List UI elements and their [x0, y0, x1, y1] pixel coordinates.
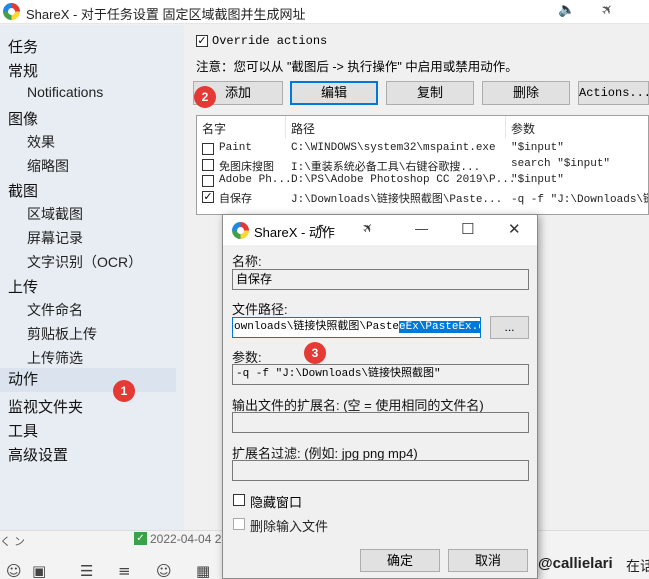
sidebar-item[interactable]: 截图	[8, 180, 38, 201]
user-handle: @callielari	[538, 555, 613, 572]
hide-window-checkbox[interactable]	[233, 494, 245, 506]
action-row-path[interactable]: I:\重装系统必备工具\右键谷歌搜...	[291, 158, 480, 174]
sharex-logo-icon	[232, 222, 249, 239]
sidebar-item[interactable]: 屏幕记录	[27, 228, 83, 248]
args-field[interactable]: -q -f "J:\Downloads\链接快照截图"	[232, 364, 529, 385]
sidebar-item[interactable]: 图像	[8, 108, 38, 129]
ok-button[interactable]: 确定	[360, 549, 440, 572]
close-icon[interactable]: ✕	[508, 220, 521, 238]
sidebar-item[interactable]: Notifications	[27, 84, 103, 100]
sidebar-item[interactable]: 高级设置	[8, 444, 68, 465]
sharex-logo-icon	[3, 3, 20, 20]
calendar-icon[interactable]: ▦	[196, 562, 210, 579]
check-badge-icon: ✓	[134, 532, 147, 545]
action-dialog: ShareX - 动作 ↖ ✈ — ☐ ✕ 名称: 自保存 文件路径: ownl…	[222, 214, 538, 579]
sidebar-item[interactable]: 任务	[8, 36, 38, 57]
sidebar-item[interactable]: 区域截图	[27, 204, 83, 224]
action-row-path[interactable]: C:\WINDOWS\system32\mspaint.exe	[291, 142, 496, 154]
copy-action-button[interactable]: 复制	[386, 81, 474, 105]
delete-input-label: 删除输入文件	[250, 519, 329, 534]
action-row-name[interactable]: Adobe Ph...	[219, 174, 292, 186]
cancel-button[interactable]: 取消	[448, 549, 528, 572]
smiley-icon[interactable]: ☺	[156, 562, 172, 579]
ok-label: 确定	[386, 553, 413, 568]
step-badge-1: 1	[113, 380, 135, 402]
action-row-name[interactable]: 免图床搜图	[219, 158, 274, 174]
extension-filter-field[interactable]	[232, 460, 529, 481]
step-badge-3: 3	[304, 342, 326, 364]
actions-menu-label: Actions...	[579, 86, 649, 100]
action-row-checkbox[interactable]: ✓	[202, 191, 214, 203]
sidebar-item[interactable]: 剪贴板上传	[27, 324, 97, 344]
action-row-args[interactable]: "$input"	[511, 174, 564, 186]
output-extension-field[interactable]	[232, 412, 529, 433]
sidebar-item[interactable]: 文件命名	[27, 300, 83, 320]
column-separator[interactable]	[505, 116, 506, 138]
path-text: ownloads\链接快照截图\Paste	[234, 321, 400, 333]
delete-input-checkbox[interactable]	[233, 518, 245, 530]
path-label: 文件路径:	[232, 302, 288, 317]
speaker-icon[interactable]: 🔈	[558, 2, 575, 18]
sidebar-item[interactable]: 监视文件夹	[8, 396, 83, 417]
sidebar-item[interactable]: 上传	[8, 276, 38, 297]
window-titlebar: ShareX - 对于任务设置 固定区域截图并生成网址 🔈 ✈	[0, 0, 649, 24]
image-icon[interactable]: ▣	[32, 562, 46, 579]
emoji-icon[interactable]: ☺	[6, 562, 22, 579]
sidebar-item[interactable]: 文字识别（OCR）	[27, 252, 142, 272]
step-badge-2: 2	[194, 86, 216, 108]
user-suffix: 在话	[626, 558, 649, 574]
action-row-args[interactable]: -q -f "J:\Downloads\链接	[511, 190, 648, 206]
delete-action-label: 删除	[512, 85, 539, 100]
action-row-args[interactable]: "$input"	[511, 142, 564, 154]
action-row-path[interactable]: D:\PS\Adobe Photoshop CC 2019\P...	[291, 174, 515, 186]
add-action-label: 添加	[224, 85, 251, 100]
actions-menu-button[interactable]: Actions...	[578, 81, 649, 105]
copy-action-label: 复制	[416, 85, 443, 100]
browse-path-label: ...	[504, 320, 515, 334]
action-row-checkbox[interactable]	[202, 143, 214, 155]
action-row-args[interactable]: search "$input"	[511, 158, 610, 170]
browse-path-button[interactable]: ...	[490, 316, 529, 339]
column-args-header[interactable]: 参数	[511, 120, 535, 137]
column-path-header[interactable]: 路径	[291, 120, 315, 137]
column-separator[interactable]	[285, 116, 286, 138]
left-fragment: く ン	[0, 536, 26, 548]
cursor-icon: ↖	[317, 220, 329, 236]
pin-icon[interactable]: ✈	[598, 0, 618, 20]
hide-window-label: 隐藏窗口	[250, 495, 303, 510]
sidebar-item[interactable]: 常规	[8, 60, 38, 81]
override-actions-label: Override actions	[212, 34, 328, 48]
dialog-pin-icon[interactable]: ✈	[359, 219, 377, 237]
action-row-path[interactable]: J:\Downloads\链接快照截图\Paste...	[291, 190, 502, 206]
dialog-titlebar: ShareX - 动作 ↖ ✈ — ☐ ✕	[223, 215, 537, 245]
date-fragment: 2022-04-04 2	[150, 532, 222, 546]
sidebar-item[interactable]: 上传筛选	[27, 348, 83, 368]
sidebar-item[interactable]: 工具	[8, 420, 38, 441]
path-field[interactable]: ownloads\链接快照截图\PasteeEx\PasteEx.exe	[232, 317, 481, 338]
sidebar-item[interactable]: 效果	[27, 132, 55, 152]
delete-action-button[interactable]: 删除	[482, 81, 570, 105]
actions-list[interactable]: 名字 路径 参数 Paint C:\WINDOWS\system32\mspain…	[196, 115, 649, 215]
sidebar-item[interactable]: 缩略图	[27, 156, 69, 176]
numbered-list-icon[interactable]: ≡	[118, 562, 131, 579]
action-row-checkbox[interactable]	[202, 159, 214, 171]
edit-action-label: 编辑	[320, 85, 347, 100]
name-label: 名称:	[232, 254, 262, 269]
window-title: ShareX - 对于任务设置 固定区域截图并生成网址	[26, 7, 306, 22]
name-field[interactable]: 自保存	[232, 269, 529, 290]
minimize-icon[interactable]: —	[415, 221, 428, 236]
sidebar-item[interactable]: 动作	[0, 368, 176, 392]
action-row-name[interactable]: Paint	[219, 142, 252, 154]
bullet-list-icon[interactable]: ☰	[80, 562, 93, 579]
cancel-label: 取消	[474, 553, 501, 568]
action-row-checkbox[interactable]	[202, 175, 214, 187]
actions-note: 注意：您可以从 "截图后 -> 执行操作" 中启用或禁用动作。	[196, 60, 518, 74]
action-row-name[interactable]: 自保存	[219, 190, 252, 206]
maximize-icon[interactable]: ☐	[461, 220, 474, 238]
edit-action-button[interactable]: 编辑	[290, 81, 378, 105]
override-actions-checkbox[interactable]: ✓	[196, 35, 208, 47]
column-name-header[interactable]: 名字	[202, 120, 226, 137]
path-selection: eEx\PasteEx.exe	[399, 321, 480, 333]
